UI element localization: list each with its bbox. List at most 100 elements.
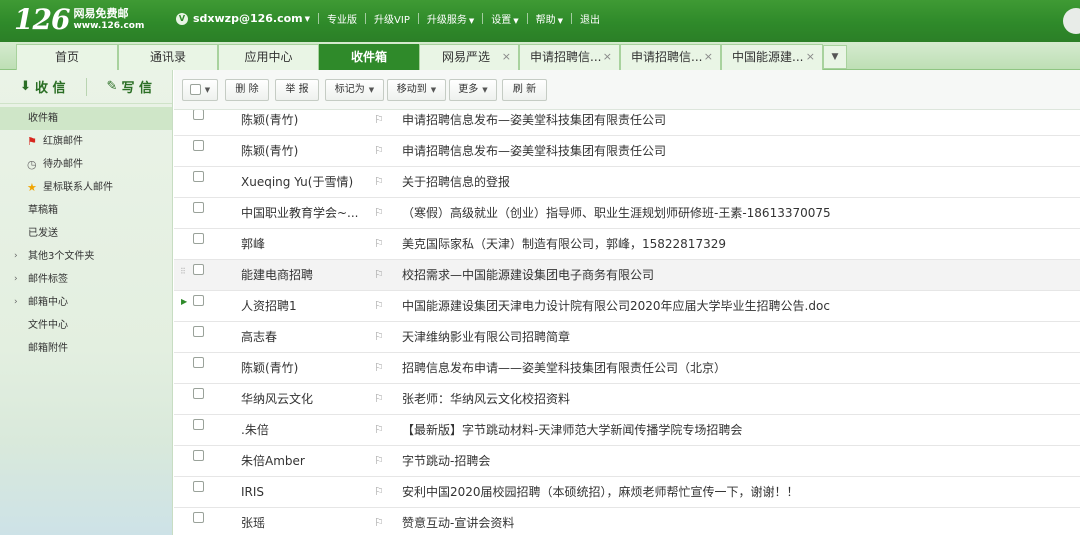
more-dropdown[interactable]: 更多 ▼ — [449, 79, 497, 101]
sidebar-item-attachments[interactable]: 邮箱附件 — [0, 337, 172, 360]
mail-row[interactable]: 郭峰 ⚐ 美克国际家私（天津）制造有限公司，郭峰，15822817329 — [174, 229, 1080, 260]
link-help[interactable]: 帮助 ▼ — [536, 11, 563, 26]
mail-subject: 【最新版】字节跳动材料-天津师范大学新闻传播学院专场招聘会 — [402, 423, 743, 437]
flag-icon[interactable]: ⚐ — [374, 136, 384, 166]
flag-icon[interactable]: ⚐ — [374, 353, 384, 383]
mail-row[interactable]: 朱倍Amber ⚐ 字节跳动-招聘会 — [174, 446, 1080, 477]
mail-row-checkbox[interactable] — [193, 264, 204, 275]
chevron-right-icon[interactable]: › — [14, 291, 18, 314]
chevron-right-icon[interactable]: › — [14, 268, 18, 291]
tab-bar: 首页 通讯录 应用中心 收件箱 网易严选 × 申请招聘信... × 申请招聘信...… — [0, 42, 1080, 70]
close-icon[interactable]: × — [704, 45, 713, 69]
tab-app-center[interactable]: 应用中心 — [218, 44, 319, 70]
mail-row-checkbox[interactable] — [193, 140, 204, 151]
expand-arrow-icon[interactable]: ▶ — [181, 297, 187, 306]
report-button[interactable]: 举 报 — [275, 79, 319, 101]
link-upgrade-vip[interactable]: 升级VIP — [374, 11, 410, 26]
flag-icon[interactable]: ⚐ — [374, 167, 384, 197]
link-logout[interactable]: 退出 — [580, 11, 600, 26]
mail-row[interactable]: 华纳风云文化 ⚐ 张老师：华纳风云文化校招资料 — [174, 384, 1080, 415]
flag-icon[interactable]: ⚐ — [374, 508, 384, 535]
mail-row[interactable]: 陈颖(青竹) ⚐ 招聘信息发布申请——姿美堂科技集团有限责任公司（北京） — [174, 353, 1080, 384]
sidebar-item-other-folders[interactable]: › 其他3个文件夹 — [0, 245, 172, 268]
refresh-button[interactable]: 刷 新 — [502, 79, 547, 101]
sidebar-item-starred[interactable]: ★ 星标联系人邮件 — [0, 176, 172, 199]
mail-sender: 陈颖(青竹) — [241, 144, 299, 158]
tab-home[interactable]: 首页 — [16, 44, 118, 70]
mark-as-dropdown[interactable]: 标记为 ▼ — [325, 79, 384, 101]
flag-icon[interactable]: ⚐ — [374, 291, 384, 321]
receive-mail-button[interactable]: ⬇ 收 信 — [0, 70, 86, 103]
sidebar-item-file-center[interactable]: 文件中心 — [0, 314, 172, 337]
flag-icon[interactable]: ⚐ — [374, 229, 384, 259]
mail-row-checkbox[interactable] — [193, 326, 204, 337]
mail-row[interactable]: 陈颖(青竹) ⚐ 申请招聘信息发布—姿美堂科技集团有限责任公司 — [174, 136, 1080, 167]
flag-icon[interactable]: ⚐ — [374, 477, 384, 507]
move-to-dropdown[interactable]: 移动到 ▼ — [387, 79, 446, 101]
chevron-right-icon[interactable]: › — [14, 245, 18, 268]
sidebar-item-todo[interactable]: ◷ 待办邮件 — [0, 153, 172, 176]
mail-row[interactable]: .朱倍 ⚐ 【最新版】字节跳动材料-天津师范大学新闻传播学院专场招聘会 — [174, 415, 1080, 446]
sidebar-item-drafts[interactable]: 草稿箱 — [0, 199, 172, 222]
account-menu[interactable]: V sdxwzp@126.com ▼ — [176, 12, 310, 25]
mail-row[interactable]: 人资招聘1 ⚐ 中国能源建设集团天津电力设计院有限公司2020年应届大学毕业生招… — [174, 291, 1080, 322]
mail-row-checkbox[interactable] — [193, 171, 204, 182]
flag-icon[interactable]: ⚐ — [374, 415, 384, 445]
flag-icon[interactable]: ⚐ — [374, 384, 384, 414]
close-icon[interactable]: × — [806, 45, 815, 69]
drag-handle-icon[interactable]: ⠿ — [180, 267, 186, 276]
sidebar-item-flagged[interactable]: ⚑ 红旗邮件 — [0, 130, 172, 153]
tab-contacts[interactable]: 通讯录 — [118, 44, 218, 70]
sidebar-item-mail-center[interactable]: › 邮箱中心 — [0, 291, 172, 314]
mail-row[interactable]: IRIS ⚐ 安利中国2020届校园招聘（本硕统招），麻烦老师帮忙宣传一下，谢谢… — [174, 477, 1080, 508]
close-icon[interactable]: × — [502, 45, 511, 69]
mail-row-checkbox[interactable] — [193, 512, 204, 523]
top-nav: V sdxwzp@126.com ▼ 专业版 升级VIP 升级服务 ▼ 设置 ▼ 帮… — [176, 11, 600, 26]
flag-icon[interactable]: ⚐ — [374, 110, 384, 135]
mail-row-checkbox[interactable] — [193, 388, 204, 399]
mail-row-checkbox[interactable] — [193, 110, 204, 120]
sidebar-item-inbox[interactable]: 收件箱 — [0, 107, 172, 130]
tab-yanxuan[interactable]: 网易严选 × — [419, 44, 519, 70]
mail-row-checkbox[interactable] — [193, 357, 204, 368]
mail-row[interactable]: 中国职业教育学会~... ⚐ （寒假）高级就业（创业）指导师、职业生涯规划师研修… — [174, 198, 1080, 229]
flag-icon[interactable]: ⚐ — [374, 446, 384, 476]
link-pro[interactable]: 专业版 — [327, 11, 357, 26]
flag-icon[interactable]: ⚐ — [374, 198, 384, 228]
mail-row-checkbox[interactable] — [193, 450, 204, 461]
brand-logo[interactable]: 126 网易免费邮 www.126.com — [14, 6, 144, 34]
select-all-checkbox[interactable] — [189, 83, 201, 95]
tab-overflow-button[interactable]: ▼ — [823, 45, 847, 69]
sidebar: ⬇ 收 信 ✎ 写 信 收件箱 ⚑ 红旗邮件 ◷ 待办邮件 ★ 星标联系人邮件 … — [0, 70, 173, 535]
mail-row-checkbox[interactable] — [193, 233, 204, 244]
mail-row[interactable]: 能建电商招聘 ⚐ 校招需求—中国能源建设集团电子商务有限公司 ⠿ — [174, 260, 1080, 291]
mail-row-checkbox[interactable] — [193, 419, 204, 430]
tab-mail-2[interactable]: 申请招聘信... × — [620, 44, 721, 70]
mail-sender: 陈颖(青竹) — [241, 113, 299, 127]
mail-row[interactable]: 高志春 ⚐ 天津维纳影业有限公司招聘简章 — [174, 322, 1080, 353]
sidebar-item-sent[interactable]: 已发送 — [0, 222, 172, 245]
mail-sender: Xueqing Yu(于雪情) — [241, 175, 354, 189]
mail-row[interactable]: Xueqing Yu(于雪情) ⚐ 关于招聘信息的登报 — [174, 167, 1080, 198]
flag-icon[interactable]: ⚐ — [374, 260, 384, 290]
mail-row[interactable]: 陈颖(青竹) ⚐ 申请招聘信息发布—姿美堂科技集团有限责任公司 — [174, 110, 1080, 136]
compose-mail-button[interactable]: ✎ 写 信 — [87, 70, 173, 103]
tab-mail-1[interactable]: 申请招聘信... × — [519, 44, 620, 70]
select-all-dropdown[interactable]: ▼ — [182, 79, 218, 101]
mail-sender: 陈颖(青竹) — [241, 361, 299, 375]
mail-row[interactable]: 张瑶 ⚐ 赞意互动-宣讲会资料 — [174, 508, 1080, 535]
tab-mail-3[interactable]: 中国能源建... × — [721, 44, 823, 70]
sidebar-item-tags[interactable]: › 邮件标签 — [0, 268, 172, 291]
delete-button[interactable]: 删 除 — [225, 79, 269, 101]
link-upgrade-service[interactable]: 升级服务 ▼ — [427, 11, 474, 26]
flag-icon[interactable]: ⚐ — [374, 322, 384, 352]
mail-row-checkbox[interactable] — [193, 295, 204, 306]
mail-row-checkbox[interactable] — [193, 481, 204, 492]
search-icon[interactable] — [1063, 8, 1080, 34]
close-icon[interactable]: × — [603, 45, 612, 69]
divider — [417, 13, 419, 24]
tab-inbox[interactable]: 收件箱 — [319, 44, 419, 70]
mail-row-checkbox[interactable] — [193, 202, 204, 213]
link-settings[interactable]: 设置 ▼ — [491, 11, 518, 26]
chevron-down-icon: ▼ — [304, 14, 311, 23]
